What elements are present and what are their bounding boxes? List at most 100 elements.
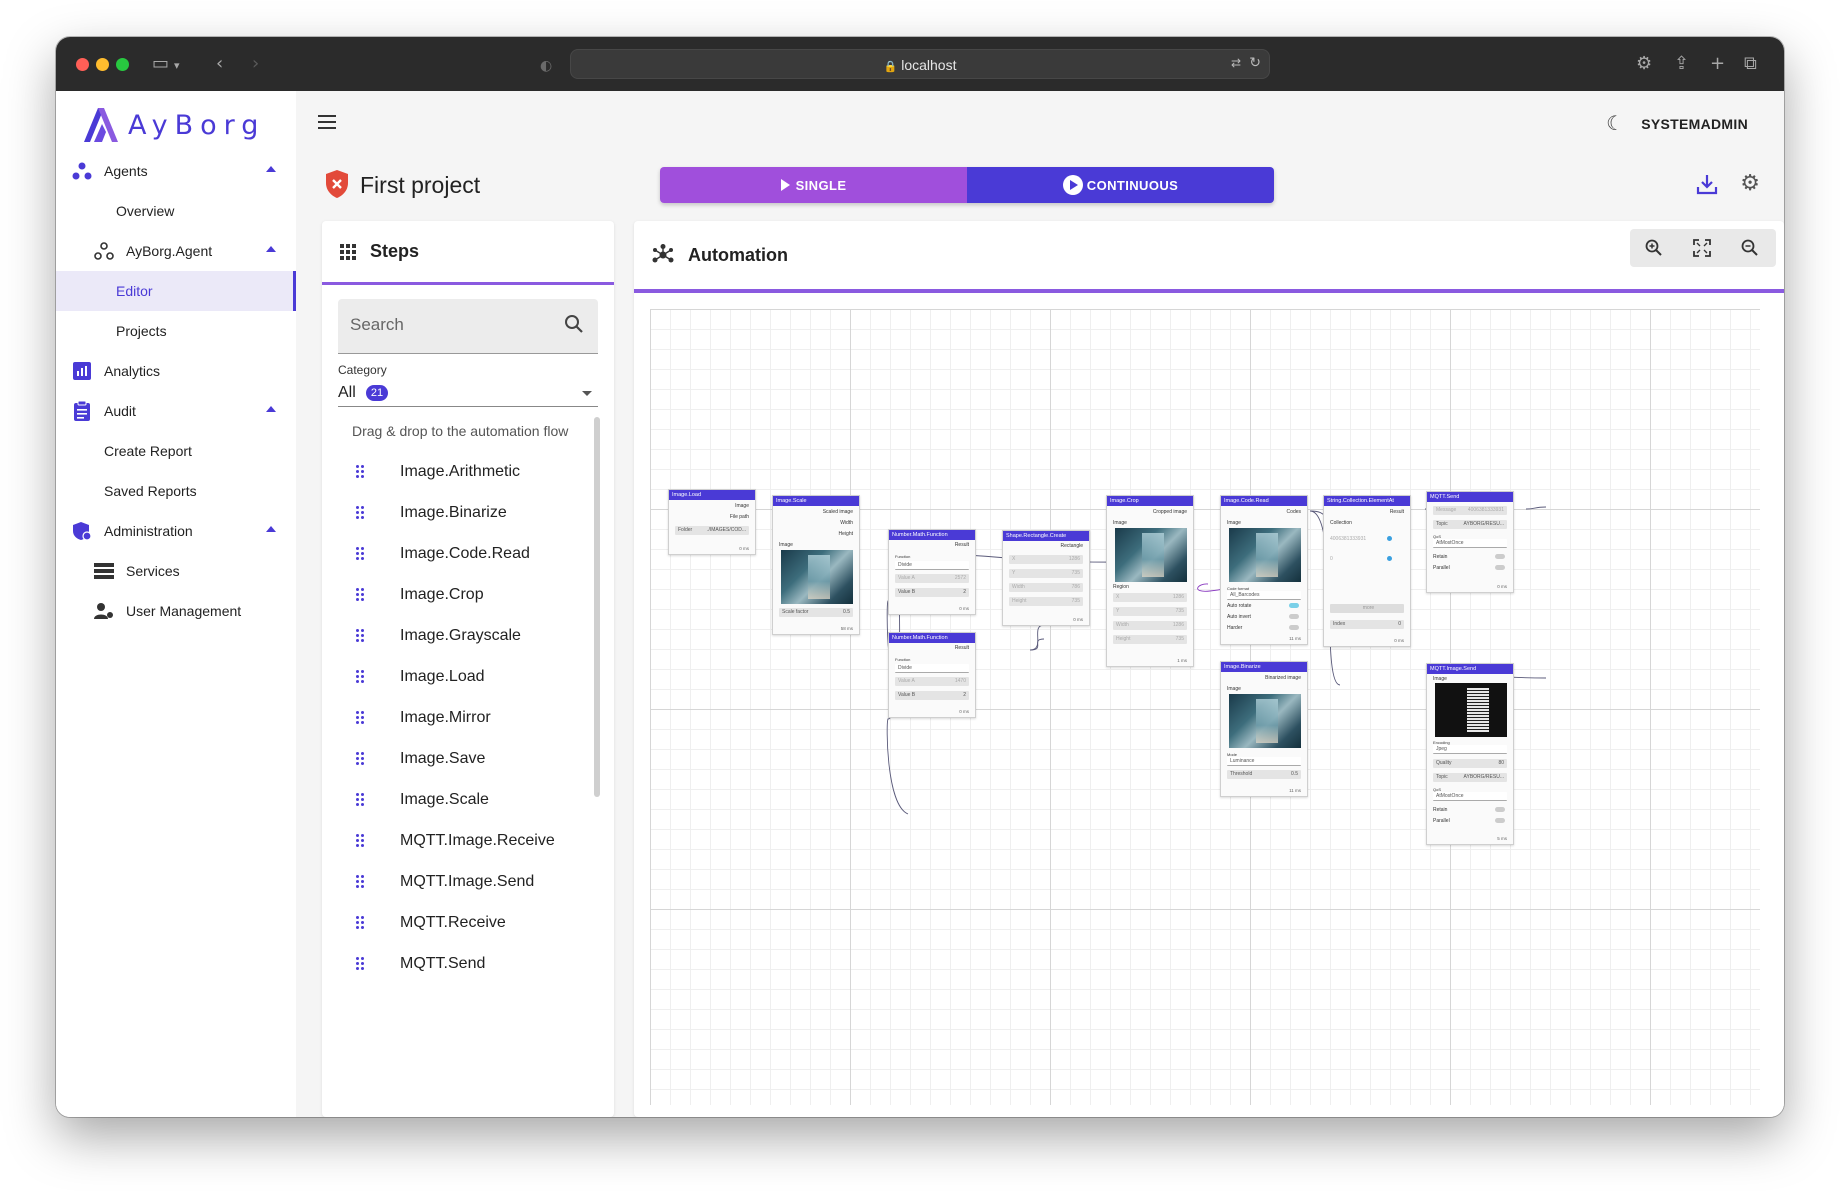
sidebar-item-ayborg-agent[interactable]: AyBorg.Agent	[56, 231, 296, 271]
new-tab-icon[interactable]: +	[1710, 53, 1725, 75]
sidebar-item-user-management[interactable]: User Management	[56, 591, 296, 631]
node-param[interactable]: Index 0	[1330, 620, 1404, 629]
node-math-function-1[interactable]: Number.Math.Function Result Function Div…	[888, 529, 976, 615]
zoom-in-icon[interactable]	[1630, 229, 1678, 267]
sidebar-item-administration[interactable]: Administration	[56, 511, 296, 551]
drag-handle-icon[interactable]	[356, 916, 364, 929]
more-button[interactable]: more	[1330, 604, 1404, 613]
step-item[interactable]: MQTT.Image.Send	[322, 861, 592, 902]
fit-screen-icon[interactable]	[1678, 229, 1726, 267]
search-icon[interactable]	[564, 314, 584, 334]
step-item[interactable]: Image.Crop	[322, 574, 592, 615]
node-param[interactable]: Y 735	[1113, 607, 1187, 616]
node-param[interactable]: Divide	[895, 561, 969, 570]
minimize-window-button[interactable]	[96, 58, 109, 71]
category-select[interactable]: All 21	[338, 379, 598, 407]
drag-handle-icon[interactable]	[356, 834, 364, 847]
drag-handle-icon[interactable]	[356, 793, 364, 806]
node-param[interactable]: Width 786	[1009, 583, 1083, 592]
node-param[interactable]: Value B2	[895, 588, 969, 597]
step-item[interactable]: Image.Grayscale	[322, 615, 592, 656]
node-param[interactable]: Jpeg	[1433, 745, 1507, 754]
step-item[interactable]: Image.Code.Read	[322, 533, 592, 574]
node-param[interactable]: Topic AYBORG/RESU...	[1433, 520, 1507, 529]
drag-handle-icon[interactable]	[356, 629, 364, 642]
step-item[interactable]: Image.Load	[322, 656, 592, 697]
node-param[interactable]: AtMostOnce	[1433, 792, 1507, 801]
drag-handle-icon[interactable]	[356, 465, 364, 478]
node-rectangle-create[interactable]: Shape.Rectangle.Create Rectangle X 1286 Y…	[1002, 530, 1090, 626]
settings-icon[interactable]: ⚙	[1636, 53, 1652, 75]
zoom-out-icon[interactable]	[1726, 229, 1774, 267]
sidebar-item-editor[interactable]: Editor	[56, 271, 296, 311]
run-single-button[interactable]: SINGLE	[660, 167, 967, 203]
drag-handle-icon[interactable]	[356, 506, 364, 519]
step-item[interactable]: MQTT.Send	[322, 943, 592, 984]
node-mqtt-send[interactable]: MQTT.Send Message 4006381333931 Topic AYBO…	[1426, 491, 1514, 593]
sidebar-toggle-icon[interactable]: ▭	[152, 53, 169, 75]
drag-handle-icon[interactable]	[356, 957, 364, 970]
step-item[interactable]: MQTT.Receive	[322, 902, 592, 943]
node-param[interactable]: Height 735	[1113, 635, 1187, 644]
search-field[interactable]	[338, 299, 598, 354]
url-bar[interactable]: 🔒 localhost ⇄ ↻	[570, 49, 1270, 79]
step-item[interactable]: MQTT.Image.Receive	[322, 820, 592, 861]
node-param[interactable]: Divide	[895, 664, 969, 673]
node-param[interactable]: Height 735	[1009, 597, 1083, 606]
auto-rotate-toggle[interactable]	[1289, 603, 1299, 608]
node-param[interactable]: Threshold 0.5	[1227, 770, 1301, 779]
dark-mode-icon[interactable]: ☾	[1606, 111, 1624, 135]
node-param[interactable]: Luminance	[1227, 757, 1301, 766]
drag-handle-icon[interactable]	[356, 547, 364, 560]
drag-handle-icon[interactable]	[356, 752, 364, 765]
drag-handle-icon[interactable]	[356, 588, 364, 601]
sidebar-item-audit[interactable]: Audit	[56, 391, 296, 431]
tabs-overview-icon[interactable]: ⧉	[1744, 53, 1757, 75]
node-param[interactable]: Value B2	[895, 691, 969, 700]
node-param[interactable]: Value A 1470	[895, 677, 969, 686]
node-image-binarize[interactable]: Image.Binarize Binarized image Image Mod…	[1220, 661, 1308, 797]
user-menu[interactable]: SYSTEMADMIN	[1641, 116, 1748, 132]
sidebar-item-analytics[interactable]: Analytics	[56, 351, 296, 391]
retain-toggle[interactable]	[1495, 554, 1505, 559]
run-continuous-button[interactable]: CONTINUOUS	[967, 167, 1274, 203]
sidebar-item-services[interactable]: Services	[56, 551, 296, 591]
sidebar-item-agents[interactable]: Agents	[56, 151, 296, 191]
collapse-icon[interactable]	[266, 406, 276, 412]
node-param[interactable]: All_Barcodes	[1227, 591, 1301, 600]
step-item[interactable]: Image.Scale	[322, 779, 592, 820]
logo[interactable]: AyBorg	[80, 103, 265, 147]
node-param[interactable]: Quality 80	[1433, 759, 1507, 768]
drag-handle-icon[interactable]	[356, 711, 364, 724]
forward-icon[interactable]: ›	[252, 53, 259, 75]
translate-icon[interactable]: ⇄	[1231, 56, 1241, 70]
back-icon[interactable]: ‹	[216, 53, 223, 75]
download-icon[interactable]	[1696, 173, 1718, 195]
node-param[interactable]: AtMostOnce	[1433, 539, 1507, 548]
node-param[interactable]: Folder ./IMAGES/COD...	[675, 526, 749, 535]
drag-handle-icon[interactable]	[356, 875, 364, 888]
search-input[interactable]	[350, 315, 550, 335]
step-item[interactable]: Image.Arithmetic	[322, 451, 592, 492]
node-image-scale[interactable]: Image.Scale Scaled image Width Height Im…	[772, 495, 860, 635]
flow-canvas[interactable]: Image.Load Image File path Folder ./IMAGE…	[650, 309, 1760, 1105]
step-item[interactable]: Image.Save	[322, 738, 592, 779]
gear-icon[interactable]: ⚙	[1740, 171, 1760, 196]
sidebar-item-overview[interactable]: Overview	[56, 191, 296, 231]
steps-scrollbar[interactable]	[594, 417, 600, 797]
auto-invert-toggle[interactable]	[1289, 614, 1299, 619]
close-window-button[interactable]	[76, 58, 89, 71]
node-param[interactable]: Scale factor 0.5	[779, 608, 853, 617]
node-param[interactable]: X 1286	[1009, 555, 1083, 564]
step-item[interactable]: Image.Mirror	[322, 697, 592, 738]
collapse-icon[interactable]	[266, 246, 276, 252]
maximize-window-button[interactable]	[116, 58, 129, 71]
menu-icon[interactable]	[318, 115, 336, 129]
chevron-down-icon[interactable]: ▾	[174, 55, 180, 77]
sidebar-item-saved-reports[interactable]: Saved Reports	[56, 471, 296, 511]
retain-toggle[interactable]	[1495, 807, 1505, 812]
node-image-crop[interactable]: Image.Crop Cropped image Image Region X1…	[1106, 495, 1194, 667]
drag-handle-icon[interactable]	[356, 670, 364, 683]
node-image-load[interactable]: Image.Load Image File path Folder ./IMAGE…	[668, 489, 756, 555]
node-code-read[interactable]: Image.Code.Read Codes Image Code format …	[1220, 495, 1308, 645]
